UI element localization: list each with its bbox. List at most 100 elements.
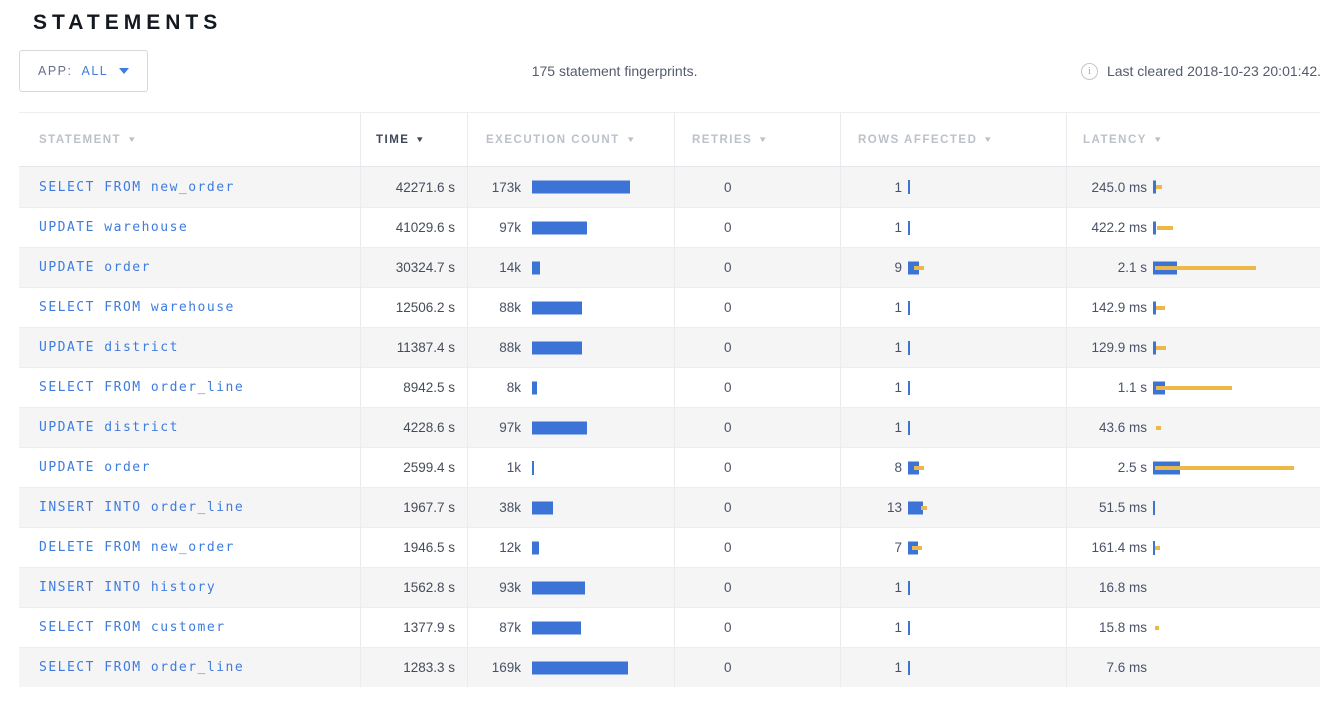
- sort-arrow-icon: ▼: [626, 135, 637, 144]
- bar-tick: [908, 180, 910, 194]
- table-body: SELECT FROM new_order 42271.6 s 173k 0 1…: [19, 167, 1320, 687]
- table-row: UPDATE order 30324.7 s 14k 0 9 2.1 s: [19, 247, 1320, 287]
- statement-link[interactable]: SELECT FROM warehouse: [19, 300, 235, 315]
- rows-affected-value: 1: [841, 380, 902, 395]
- statement-cell: UPDATE order: [19, 248, 360, 287]
- execution-count-cell: 97k: [467, 208, 674, 247]
- execution-count-bar: [532, 179, 674, 195]
- execution-count-value: 97k: [468, 420, 521, 435]
- table-row: INSERT INTO order_line 1967.7 s 38k 0 13…: [19, 487, 1320, 527]
- app-filter-dropdown[interactable]: APP: ALL: [19, 50, 148, 92]
- rows-affected-value: 1: [841, 300, 902, 315]
- column-header-label: ROWS AFFECTED: [858, 134, 977, 146]
- bar-mean: [1153, 221, 1156, 234]
- app-filter-label: APP:: [38, 64, 73, 78]
- column-header[interactable]: TIME ▼: [360, 113, 467, 166]
- bar-mean: [532, 301, 582, 314]
- column-header[interactable]: STATEMENT ▼: [19, 113, 360, 166]
- latency-cell: 2.5 s: [1066, 448, 1320, 487]
- latency-bar: [1153, 220, 1320, 236]
- rows-affected-bar: [908, 540, 1066, 556]
- time-cell: 12506.2 s: [360, 288, 467, 327]
- statement-link[interactable]: UPDATE order: [19, 260, 151, 275]
- execution-count-bar: [532, 260, 674, 276]
- info-icon[interactable]: i: [1081, 63, 1098, 80]
- execution-count-cell: 14k: [467, 248, 674, 287]
- bar-tick: [908, 421, 910, 435]
- rows-affected-bar: [908, 420, 1066, 436]
- table-header: STATEMENT ▼ TIME ▼ EXECUTION COUNT ▼ RET…: [19, 113, 1320, 167]
- execution-count-cell: 87k: [467, 608, 674, 647]
- execution-count-cell: 88k: [467, 328, 674, 367]
- statement-cell: SELECT FROM order_line: [19, 648, 360, 687]
- latency-value: 422.2 ms: [1067, 220, 1147, 235]
- statement-link[interactable]: INSERT INTO order_line: [19, 500, 244, 515]
- statement-cell: DELETE FROM new_order: [19, 528, 360, 567]
- table-row: SELECT FROM order_line 8942.5 s 8k 0 1 1…: [19, 367, 1320, 407]
- latency-cell: 129.9 ms: [1066, 328, 1320, 367]
- rows-affected-value: 1: [841, 180, 902, 195]
- column-header[interactable]: RETRIES ▼: [674, 113, 840, 166]
- time-cell: 1377.9 s: [360, 608, 467, 647]
- bar-tick: [908, 381, 910, 395]
- rows-affected-bar: [908, 380, 1066, 396]
- statement-link[interactable]: SELECT FROM customer: [19, 620, 226, 635]
- statement-link[interactable]: INSERT INTO history: [19, 580, 216, 595]
- statement-link[interactable]: UPDATE district: [19, 420, 179, 435]
- sort-arrow-icon: ▼: [127, 135, 138, 144]
- execution-count-bar: [532, 500, 674, 516]
- rows-affected-cell: 1: [840, 208, 1066, 247]
- last-cleared: i Last cleared 2018-10-23 20:01:42.: [1081, 63, 1325, 80]
- bar-mean: [532, 181, 630, 194]
- rows-affected-value: 1: [841, 220, 902, 235]
- execution-count-cell: 8k: [467, 368, 674, 407]
- latency-cell: 1.1 s: [1066, 368, 1320, 407]
- retries-cell: 0: [674, 488, 840, 527]
- execution-count-value: 38k: [468, 500, 521, 515]
- bar-stddev: [1157, 226, 1173, 230]
- bar-stddev: [1156, 185, 1162, 189]
- column-header[interactable]: LATENCY ▼: [1066, 113, 1320, 166]
- bar-stddev: [914, 266, 924, 270]
- execution-count-cell: 97k: [467, 408, 674, 447]
- latency-bar: [1153, 420, 1320, 436]
- retries-cell: 0: [674, 288, 840, 327]
- toolbar: APP: ALL 175 statement fingerprints. i L…: [19, 50, 1325, 92]
- latency-cell: 422.2 ms: [1066, 208, 1320, 247]
- bar-mean: [532, 621, 581, 634]
- latency-value: 15.8 ms: [1067, 620, 1147, 635]
- statement-link[interactable]: SELECT FROM order_line: [19, 380, 244, 395]
- statement-link[interactable]: UPDATE order: [19, 460, 151, 475]
- bar-tick: [908, 621, 910, 635]
- bar-mean: [532, 421, 587, 434]
- rows-affected-cell: 1: [840, 167, 1066, 207]
- statement-link[interactable]: UPDATE warehouse: [19, 220, 188, 235]
- latency-cell: 15.8 ms: [1066, 608, 1320, 647]
- retries-cell: 0: [674, 208, 840, 247]
- execution-count-bar: [532, 340, 674, 356]
- column-header[interactable]: ROWS AFFECTED ▼: [840, 113, 1066, 166]
- execution-count-bar: [532, 380, 674, 396]
- statement-link[interactable]: SELECT FROM new_order: [19, 180, 235, 195]
- bar-mean: [532, 261, 540, 274]
- statement-link[interactable]: UPDATE district: [19, 340, 179, 355]
- statement-link[interactable]: DELETE FROM new_order: [19, 540, 235, 555]
- statement-link[interactable]: SELECT FROM order_line: [19, 660, 244, 675]
- execution-count-bar: [532, 620, 674, 636]
- execution-count-cell: 88k: [467, 288, 674, 327]
- rows-affected-cell: 7: [840, 528, 1066, 567]
- latency-bar: [1153, 380, 1320, 396]
- column-header-label: LATENCY: [1083, 134, 1147, 146]
- time-cell: 1562.8 s: [360, 568, 467, 607]
- bar-mean: [532, 381, 537, 394]
- rows-affected-value: 1: [841, 580, 902, 595]
- statement-cell: SELECT FROM new_order: [19, 167, 360, 207]
- column-header[interactable]: EXECUTION COUNT ▼: [467, 113, 674, 166]
- execution-count-bar: [532, 580, 674, 596]
- table-row: SELECT FROM warehouse 12506.2 s 88k 0 1 …: [19, 287, 1320, 327]
- retries-cell: 0: [674, 608, 840, 647]
- execution-count-bar: [532, 460, 674, 476]
- rows-affected-bar: [908, 580, 1066, 596]
- bar-tick: [908, 581, 910, 595]
- table-row: UPDATE warehouse 41029.6 s 97k 0 1 422.2…: [19, 207, 1320, 247]
